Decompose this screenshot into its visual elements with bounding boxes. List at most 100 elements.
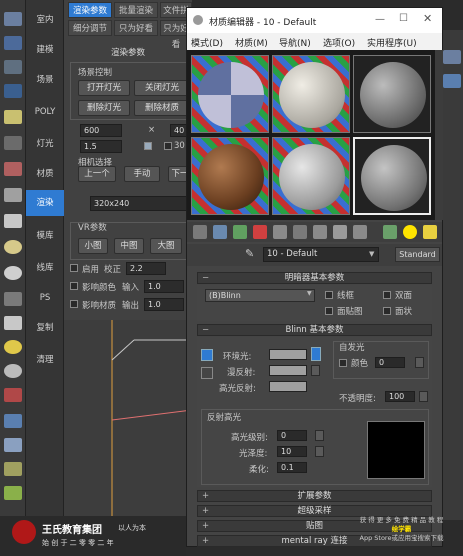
material-name-field[interactable]: 10 - Default	[263, 247, 379, 262]
camera-icon[interactable]	[4, 136, 22, 150]
sample-slot-3[interactable]	[353, 55, 431, 133]
affect-material-checkbox[interactable]	[70, 300, 78, 308]
sun-icon[interactable]	[4, 340, 22, 354]
input-value-field[interactable]: 1.0	[144, 280, 184, 293]
resolution-input[interactable]: 320x240	[90, 196, 192, 211]
toggle-checkbox[interactable]	[144, 142, 152, 150]
spec-level-value[interactable]: 0	[277, 430, 307, 441]
affect-color-checkbox[interactable]	[70, 282, 78, 290]
extended-params-header[interactable]: + 扩展参数	[197, 490, 432, 502]
move-tool-icon[interactable]	[4, 60, 22, 74]
diffuse-color-swatch[interactable]	[269, 365, 307, 376]
category-light[interactable]: 灯光	[26, 138, 64, 150]
self-illum-color-value[interactable]: 0	[375, 357, 405, 368]
max-logo-icon[interactable]	[4, 12, 22, 26]
two-sided-checkbox[interactable]	[383, 291, 391, 299]
specular-color-swatch[interactable]	[269, 381, 307, 392]
sample-slot-6-selected[interactable]	[353, 137, 431, 215]
sample-slot-4[interactable]	[191, 137, 269, 215]
category-modeling[interactable]: 建模	[26, 44, 64, 56]
category-ps[interactable]: PS	[26, 292, 64, 304]
tab-batch-render[interactable]: 批量渲染	[114, 2, 158, 18]
menu-options[interactable]: 选项(O)	[323, 36, 355, 49]
opacity-map-button[interactable]	[419, 391, 428, 402]
lock-diffuse-specular-icon[interactable]	[201, 367, 213, 379]
delete-lights-button[interactable]: 删除灯光	[78, 100, 130, 116]
ball-icon[interactable]	[4, 266, 22, 280]
cone-icon[interactable]	[4, 316, 22, 330]
category-model-library[interactable]: 模库	[26, 230, 64, 242]
reset-map-icon[interactable]	[253, 225, 267, 239]
sample-slot-2[interactable]	[272, 55, 350, 133]
go-to-parent-icon[interactable]	[403, 225, 417, 239]
category-scene[interactable]: 场景	[26, 74, 64, 86]
menu-mode[interactable]: 模式(D)	[191, 36, 223, 49]
tab-just-pretty-1[interactable]: 只为好看	[114, 20, 158, 36]
fire-icon[interactable]	[4, 388, 22, 402]
category-poly[interactable]: POLY	[26, 106, 64, 118]
sphere-icon[interactable]	[4, 240, 22, 254]
output-value-field[interactable]: 1.0	[144, 298, 184, 311]
get-material-icon[interactable]	[193, 225, 207, 239]
spec-level-map-button[interactable]	[315, 430, 324, 441]
render-icon[interactable]	[4, 162, 22, 176]
put-to-library-icon[interactable]	[313, 225, 327, 239]
category-line-library[interactable]: 线库	[26, 262, 64, 274]
category-material[interactable]: 材质	[26, 168, 64, 180]
category-render[interactable]: 渲染	[26, 190, 64, 216]
large-image-button[interactable]: 大图	[150, 238, 182, 254]
material-id-icon[interactable]	[333, 225, 347, 239]
tab-render-params[interactable]: 渲染参数	[68, 2, 112, 18]
grid-icon[interactable]	[4, 292, 22, 306]
make-unique-icon[interactable]	[293, 225, 307, 239]
show-end-result-icon[interactable]	[383, 225, 397, 239]
viewport[interactable]	[64, 320, 193, 520]
opacity-value[interactable]: 100	[385, 391, 415, 402]
soften-value[interactable]: 0.1	[277, 462, 307, 473]
object-icon[interactable]	[4, 214, 22, 228]
delete-materials-button[interactable]: 删除材质	[134, 100, 190, 116]
moon-icon[interactable]	[4, 364, 22, 378]
category-clean[interactable]: 清理	[26, 354, 64, 366]
show-map-icon[interactable]	[353, 225, 367, 239]
maximize-icon[interactable]: ☐	[399, 13, 408, 24]
close-lights-button[interactable]: 关闭灯光	[134, 80, 190, 96]
enable-checkbox[interactable]	[70, 264, 78, 272]
network-icon[interactable]	[4, 438, 22, 452]
blinn-basic-params-header[interactable]: − Blinn 基本参数	[197, 324, 432, 336]
assign-material-icon[interactable]	[233, 225, 247, 239]
faceted-checkbox[interactable]	[383, 307, 391, 315]
menu-material[interactable]: 材质(M)	[235, 36, 268, 49]
shader-basic-params-header[interactable]: − 明暗器基本参数	[197, 272, 432, 284]
small-image-button[interactable]: 小图	[78, 238, 108, 254]
glossiness-map-button[interactable]	[315, 446, 324, 457]
category-indoor[interactable]: 室内	[26, 14, 64, 26]
go-forward-sibling-icon[interactable]	[423, 225, 437, 239]
self-illum-color-checkbox[interactable]	[339, 359, 347, 367]
value-30-checkbox[interactable]	[164, 142, 172, 150]
face-map-checkbox[interactable]	[325, 307, 333, 315]
lock-ambient-diffuse-icon[interactable]	[201, 349, 213, 361]
correction-input[interactable]: 2.2	[126, 262, 166, 275]
leaf-icon[interactable]	[4, 486, 22, 500]
tab-subdiv-adjust[interactable]: 细分调节	[68, 20, 112, 36]
medium-image-button[interactable]: 中图	[114, 238, 144, 254]
minimize-icon[interactable]: —	[375, 14, 385, 25]
ambient-link-icon[interactable]	[311, 347, 321, 361]
wrench-icon[interactable]	[4, 414, 22, 428]
put-to-scene-icon[interactable]	[213, 225, 227, 239]
ambient-color-swatch[interactable]	[269, 349, 307, 360]
name-dropdown-icon[interactable]: ▼	[369, 250, 374, 258]
value-1-5-input[interactable]: 1.5	[80, 140, 122, 153]
teapot-icon[interactable]	[4, 188, 22, 202]
menu-navigation[interactable]: 导航(N)	[279, 36, 311, 49]
light-bulb-icon[interactable]	[4, 110, 22, 124]
value-600-input[interactable]: 600	[80, 124, 122, 137]
open-lights-button[interactable]: 打开灯光	[78, 80, 130, 96]
copy-material-icon[interactable]	[273, 225, 287, 239]
sphere-view-icon[interactable]	[443, 74, 461, 88]
utility-icon[interactable]	[443, 50, 461, 64]
diffuse-map-button[interactable]	[311, 365, 320, 376]
wire-checkbox[interactable]	[325, 291, 333, 299]
menu-utilities[interactable]: 实用程序(U)	[367, 36, 417, 49]
